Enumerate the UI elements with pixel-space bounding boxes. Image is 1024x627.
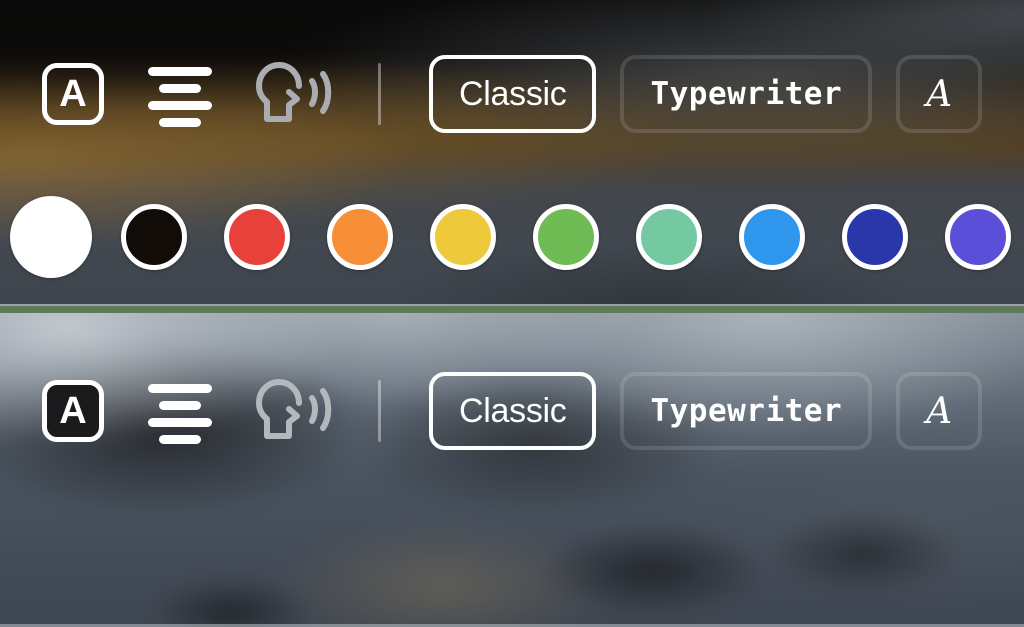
text-toolbar: A Classic Typewriter A	[0, 361, 1024, 461]
text-to-speech-icon[interactable]	[252, 59, 338, 129]
color-swatch-violet[interactable]	[945, 204, 1011, 270]
font-chip-script-label: A	[926, 73, 953, 115]
font-chip-typewriter-label: Typewriter	[650, 393, 843, 429]
font-style-list: Classic Typewriter A	[429, 55, 983, 133]
font-chip-script-label: A	[926, 390, 953, 432]
font-chip-script[interactable]: A	[896, 55, 983, 133]
panel-divider	[0, 304, 1024, 315]
text-style-icon: A	[42, 63, 104, 125]
color-swatch-rail[interactable]	[0, 182, 1024, 292]
color-swatch-yellow[interactable]	[430, 204, 496, 270]
font-style-list: Classic Typewriter A	[429, 372, 983, 450]
color-swatch-green[interactable]	[533, 204, 599, 270]
editor-panel-bottom: A Classic Typewriter A	[0, 313, 1024, 627]
color-swatch-red[interactable]	[224, 204, 290, 270]
text-style-button[interactable]: A	[42, 380, 104, 442]
font-chip-typewriter-label: Typewriter	[650, 76, 843, 112]
font-chip-classic-label: Classic	[459, 391, 567, 430]
color-swatch-dark-blue[interactable]	[842, 204, 908, 270]
font-chip-typewriter[interactable]: Typewriter	[620, 55, 873, 133]
font-chip-classic-label: Classic	[459, 74, 567, 113]
editor-panel-top: A Classic Typewriter A	[0, 0, 1024, 306]
font-chip-classic[interactable]: Classic	[429, 372, 597, 450]
toolbar-divider	[378, 63, 381, 125]
color-swatch-black[interactable]	[121, 204, 187, 270]
text-style-icon-label: A	[59, 390, 87, 432]
text-to-speech-icon[interactable]	[252, 376, 338, 446]
text-style-icon-label: A	[59, 73, 87, 115]
color-swatch-orange[interactable]	[327, 204, 393, 270]
text-style-button[interactable]: A	[42, 63, 104, 125]
align-center-icon[interactable]	[146, 380, 214, 444]
color-swatch-light-blue[interactable]	[739, 204, 805, 270]
screen: A Classic Typewriter A A Classic Typewri…	[0, 0, 1024, 627]
font-chip-typewriter[interactable]: Typewriter	[620, 372, 873, 450]
font-chip-script[interactable]: A	[896, 372, 983, 450]
toolbar-divider	[378, 380, 381, 442]
color-swatch-white[interactable]	[10, 196, 92, 278]
align-center-icon[interactable]	[146, 63, 214, 127]
text-style-icon: A	[42, 380, 104, 442]
text-toolbar: A Classic Typewriter A	[0, 44, 1024, 144]
font-chip-classic[interactable]: Classic	[429, 55, 597, 133]
color-swatch-mint[interactable]	[636, 204, 702, 270]
